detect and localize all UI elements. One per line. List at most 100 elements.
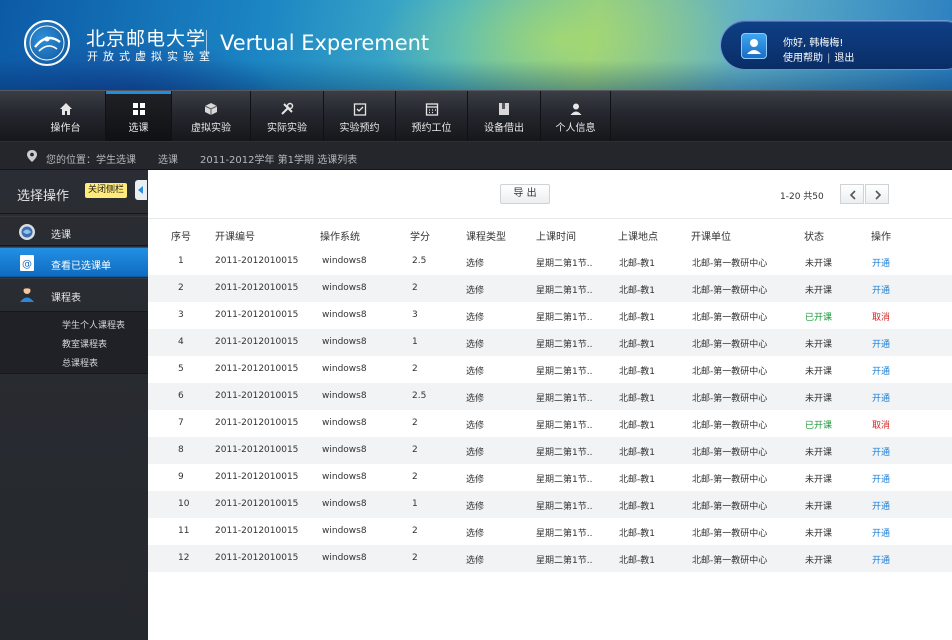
cell-course-type: 选修 (466, 502, 485, 512)
close-sidebar-button[interactable]: 关闭侧栏 (85, 183, 128, 198)
sub-link-student-timetable[interactable]: 学生个人课程表 (62, 318, 125, 331)
cell-status: 未开课 (805, 448, 833, 458)
chevron-left-icon (849, 190, 856, 200)
nav-label: 选课 (128, 123, 149, 134)
cell-location: 北邮-教1 (619, 421, 655, 431)
cell-status: 已开课 (805, 421, 833, 431)
cell-action[interactable]: 开通 (872, 499, 890, 512)
nav-item-personal-info[interactable]: 个人信息 (541, 91, 611, 141)
sidebar-item-label: 选课 (51, 230, 71, 241)
sidebar-title: 选择操作 (17, 189, 70, 204)
cell-location: 北邮-教1 (619, 367, 655, 377)
calendar-check-icon (353, 103, 366, 116)
cell-action[interactable]: 开通 (872, 526, 890, 539)
cell-credit: 2.5 (412, 391, 427, 401)
app-header: 北京邮电大学 开放式虚拟实验室 Vertual Experement 你好, 韩… (0, 0, 952, 90)
cell-class-time: 星期二第1节.. (536, 556, 593, 566)
prev-page-button[interactable] (840, 184, 864, 204)
cell-index: 8 (178, 445, 184, 455)
cell-credit: 2 (412, 445, 418, 455)
cube-icon (204, 103, 218, 115)
cell-course-type: 选修 (466, 340, 485, 350)
cell-department: 北邮-第一教研中心 (692, 286, 768, 296)
cell-course-type: 选修 (466, 556, 485, 566)
export-button[interactable]: 导 出 (500, 184, 550, 204)
next-page-button[interactable] (865, 184, 889, 204)
nav-item-lab-booking[interactable]: 实验预约 (324, 91, 396, 141)
nav-item-equipment-loan[interactable]: 设备借出 (468, 91, 541, 141)
cell-department: 北邮-第一教研中心 (692, 475, 768, 485)
grid-icon (132, 103, 145, 115)
help-link[interactable]: 使用帮助 (783, 53, 823, 64)
cell-course-type: 选修 (466, 286, 485, 296)
cell-class-time: 星期二第1节.. (536, 529, 593, 539)
nav-item-workstation-booking[interactable]: 预约工位 (396, 91, 468, 141)
user-avatar-icon[interactable] (741, 33, 767, 59)
table-row: 5 2011-2012010015 windows8 2 选修 星期二第1节.. 北邮-教1… (148, 356, 952, 383)
user-greeting: 你好, 韩梅梅! (783, 38, 844, 49)
cell-index: 4 (178, 337, 184, 347)
cell-action[interactable]: 开通 (872, 283, 890, 296)
sidebar-item-course-select[interactable]: 选课 (0, 216, 148, 246)
cell-department: 北邮-第一教研中心 (692, 367, 768, 377)
cell-action[interactable]: 开通 (872, 256, 890, 269)
cell-status: 已开课 (805, 313, 833, 323)
cell-class-time: 星期二第1节.. (536, 394, 593, 404)
nav-item-dashboard[interactable]: 操作台 (26, 91, 106, 141)
cell-os: windows8 (322, 445, 367, 455)
cell-status: 未开课 (805, 475, 833, 485)
link-separator: | (827, 53, 831, 64)
table-row: 12 2011-2012010015 windows8 2 选修 星期二第1节.. 北邮-教… (148, 545, 952, 572)
cell-action[interactable]: 开通 (872, 553, 890, 566)
cell-action[interactable]: 取消 (872, 418, 890, 431)
table-row: 11 2011-2012010015 windows8 2 选修 星期二第1节.. 北邮-教… (148, 518, 952, 545)
cell-course-type: 选修 (466, 367, 485, 377)
cell-location: 北邮-教1 (619, 502, 655, 512)
nav-item-actual-lab[interactable]: 实际实验 (251, 91, 324, 141)
nav-label: 个人信息 (555, 123, 596, 134)
column-header: 开课单位 (691, 232, 731, 243)
cell-os: windows8 (322, 526, 367, 536)
cell-department: 北邮-第一教研中心 (692, 502, 768, 512)
cell-course-code: 2011-2012010015 (215, 310, 299, 320)
cell-action[interactable]: 取消 (872, 310, 890, 323)
breadcrumb-level2[interactable]: 选课 (158, 151, 178, 166)
cell-action[interactable]: 开通 (872, 445, 890, 458)
cell-action[interactable]: 开通 (872, 472, 890, 485)
cell-status: 未开课 (805, 556, 833, 566)
cell-index: 7 (178, 418, 184, 428)
cell-department: 北邮-第一教研中心 (692, 340, 768, 350)
cell-os: windows8 (322, 283, 367, 293)
nav-item-course-selection[interactable]: 选课 (106, 91, 172, 141)
nav-item-virtual-lab[interactable]: 虚拟实验 (172, 91, 251, 141)
sidebar-item-view-selected[interactable]: @ 查看已选课单 (0, 247, 148, 277)
main-nav: 操作台 选课 虚拟实验 实际实验 实验预约 预约工位 设备借出 个人信息 (0, 90, 952, 141)
cell-index: 5 (178, 364, 184, 374)
calendar-icon (425, 103, 438, 116)
cell-os: windows8 (322, 418, 367, 428)
column-header: 上课时间 (536, 232, 576, 243)
sub-link-classroom-timetable[interactable]: 教室课程表 (62, 337, 107, 350)
cell-location: 北邮-教1 (619, 340, 655, 350)
cell-action[interactable]: 开通 (872, 337, 890, 350)
cell-os: windows8 (322, 553, 367, 563)
table-row: 2 2011-2012010015 windows8 2 选修 星期二第1节.. 北邮-教1… (148, 275, 952, 302)
column-header: 课程类型 (466, 232, 506, 243)
collapse-sidebar-button[interactable] (135, 180, 147, 200)
sub-link-master-timetable[interactable]: 总课程表 (62, 356, 98, 369)
nav-label: 操作台 (50, 123, 81, 134)
sidebar-item-timetable[interactable]: 课程表 (0, 278, 148, 312)
cell-os: windows8 (322, 310, 367, 320)
table-header: 序号 开课编号 操作系统 学分 课程类型 上课时间 上课地点 开课单位 状态 操… (148, 218, 952, 248)
nav-label: 实际实验 (267, 123, 307, 134)
cell-action[interactable]: 开通 (872, 391, 890, 404)
cell-status: 未开课 (805, 340, 833, 350)
logout-link[interactable]: 退出 (834, 53, 854, 64)
sidebar-item-label: 课程表 (51, 293, 81, 304)
sidebar: 选择操作 关闭侧栏 选课 @ 查看已选课单 课程表 学生个人课程表 教室课程表 … (0, 170, 148, 640)
nav-label: 预约工位 (411, 123, 452, 134)
breadcrumb-prefix: 您的位置：学生选课 (46, 155, 136, 166)
cell-action[interactable]: 开通 (872, 364, 890, 377)
cell-index: 12 (178, 553, 190, 563)
globe-icon (19, 224, 35, 240)
